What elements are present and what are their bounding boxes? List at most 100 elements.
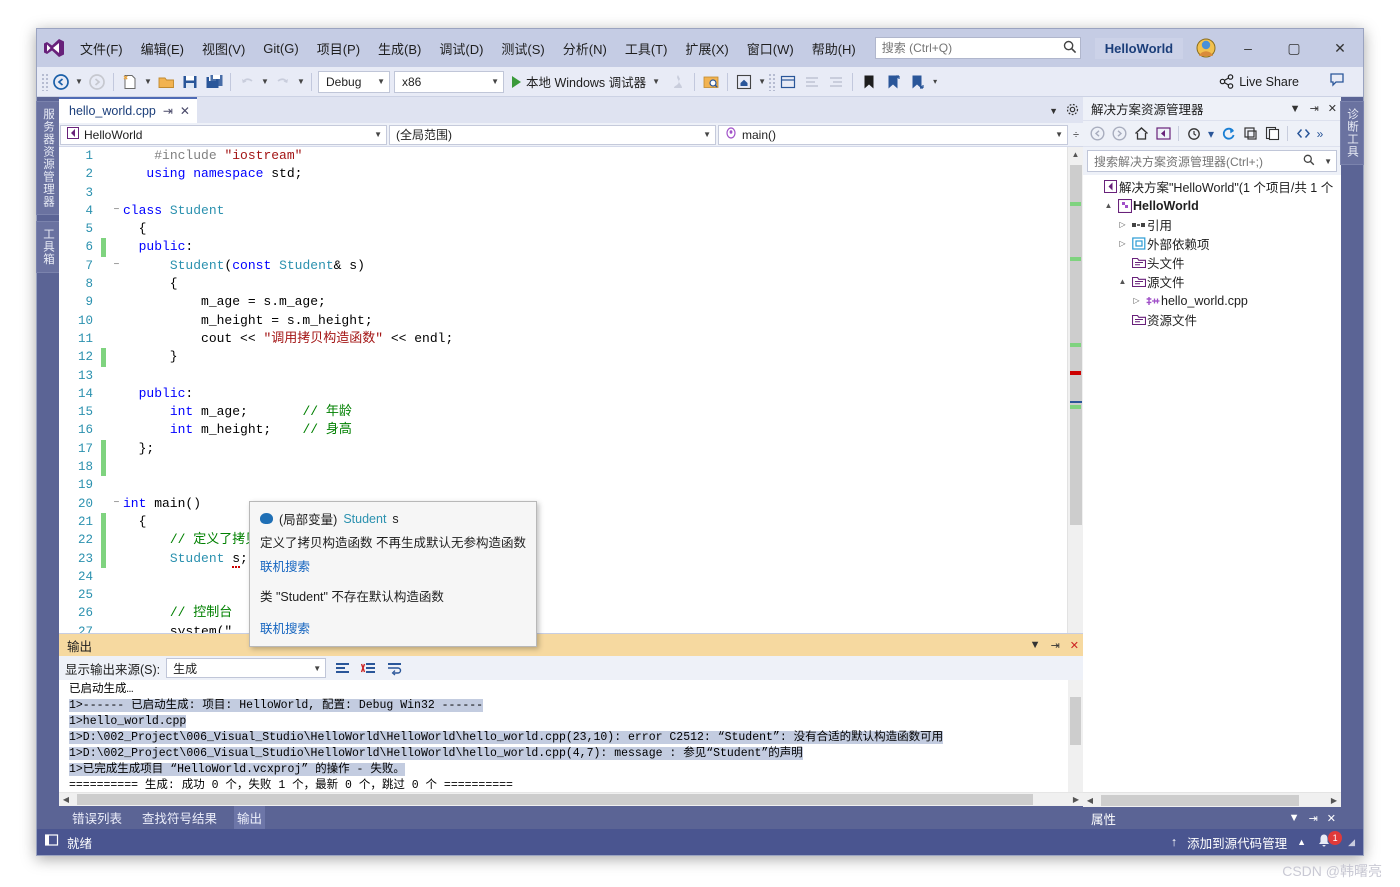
output-hscroll-thumb[interactable] (77, 794, 1034, 805)
solution-explorer-hscrollbar[interactable]: ◀ ▶ (1083, 792, 1341, 807)
code-line[interactable]: 22 // 定义了拷贝构造函数 不再生成默认无参构造函数 (59, 531, 1067, 550)
solution-explorer-search[interactable]: 搜索解决方案资源管理器(Ctrl+;) ▼ (1087, 150, 1337, 172)
search-icon[interactable] (1303, 154, 1315, 169)
navigate-back-icon[interactable] (49, 70, 73, 94)
tooltip-search-link-1[interactable]: 联机搜索 (260, 556, 526, 575)
tree-expander-icon[interactable]: ▷ (1115, 220, 1130, 229)
user-account-avatar[interactable] (1195, 37, 1217, 59)
scroll-left-icon[interactable]: ◀ (59, 795, 73, 804)
fold-toggle-icon[interactable]: − (110, 495, 123, 513)
menu-item-debug[interactable]: 调试(D) (430, 29, 492, 67)
toolbar-overflow-icon[interactable]: » (1315, 124, 1325, 144)
clear-output-icon[interactable] (358, 658, 378, 678)
panel-dropdown-icon[interactable]: ▼ (1290, 103, 1301, 115)
chevron-up-icon[interactable]: ▲ (1297, 837, 1306, 847)
undo-dropdown-icon[interactable]: ▼ (259, 70, 271, 94)
menu-item-test[interactable]: 测试(S) (492, 29, 553, 67)
code-line[interactable]: 2 using namespace std; (59, 165, 1067, 183)
output-vertical-scrollbar[interactable] (1068, 680, 1083, 792)
toggle-word-wrap-icon[interactable] (384, 658, 404, 678)
menu-item-edit[interactable]: 编辑(E) (132, 29, 193, 67)
output-scrollbar-thumb[interactable] (1070, 697, 1081, 745)
save-all-icon[interactable] (202, 70, 226, 94)
menu-item-window[interactable]: 窗口(W) (738, 29, 803, 67)
redo-dropdown-icon[interactable]: ▼ (295, 70, 307, 94)
menu-item-analyze[interactable]: 分析(N) (554, 29, 616, 67)
navbar-member-dropdown[interactable]: main() ▼ (718, 124, 1068, 145)
tab-output[interactable]: 输出 (234, 806, 266, 829)
search-icon[interactable] (1063, 40, 1077, 57)
navbar-scope-dropdown[interactable]: (全局范围) ▼ (389, 124, 716, 145)
output-hscroll-track[interactable] (73, 794, 1069, 805)
toolbar-overflow-icon[interactable]: ▾ (929, 70, 941, 94)
search-input[interactable] (874, 37, 1081, 59)
tree-node[interactable]: 资源文件 (1083, 310, 1341, 329)
feedback-icon[interactable] (1329, 72, 1345, 91)
bookmark-icon[interactable] (857, 70, 881, 94)
home-icon[interactable] (1131, 124, 1151, 144)
tree-node[interactable]: ▷ hello_world.cpp (1083, 291, 1341, 310)
code-line[interactable]: 7 − Student(const Student& s) (59, 257, 1067, 275)
find-message-icon[interactable] (332, 658, 352, 678)
code-line[interactable]: 21 { (59, 512, 1067, 532)
menu-item-extensions[interactable]: 扩展(X) (676, 29, 737, 67)
code-line[interactable]: 3 (59, 184, 1067, 202)
pin-panel-icon[interactable]: ⇥ (1051, 639, 1060, 652)
code-line[interactable]: 1 #include "iostream" (59, 147, 1067, 165)
toolbar-grip[interactable] (41, 72, 49, 91)
tree-expander-icon[interactable]: ▲ (1115, 277, 1130, 286)
fold-toggle-icon[interactable]: − (110, 257, 123, 275)
close-tab-icon[interactable]: ✕ (180, 104, 190, 118)
output-source-dropdown[interactable]: 生成 ▼ (166, 658, 327, 678)
scroll-left-icon[interactable]: ◀ (1083, 796, 1097, 805)
window-layout-icon[interactable] (776, 70, 800, 94)
code-line[interactable]: 19 (59, 476, 1067, 494)
tree-node[interactable]: ▲ HelloWorld (1083, 196, 1341, 215)
add-to-source-control-button[interactable]: 添加到源代码管理 (1187, 833, 1287, 852)
notifications-button[interactable]: 1 (1316, 830, 1343, 852)
editor-vertical-scrollbar[interactable]: ▲ (1067, 147, 1083, 633)
code-line[interactable]: 6 public: (59, 238, 1067, 257)
sidebar-tab-toolbox[interactable]: 工具箱 (36, 221, 60, 273)
tooltip-search-link-2[interactable]: 联机搜索 (260, 618, 526, 637)
split-editor-icon[interactable]: ÷ (1069, 129, 1083, 141)
code-line[interactable]: 26 // 控制台 (59, 604, 1067, 622)
navigate-back-dropdown-icon[interactable]: ▼ (73, 70, 85, 94)
forward-icon[interactable] (1109, 124, 1129, 144)
show-all-files-icon[interactable] (1262, 124, 1282, 144)
code-line[interactable]: 20− int main() (59, 495, 1067, 513)
editor-settings-gear-icon[interactable] (1066, 103, 1079, 119)
menu-item-file[interactable]: 文件(F) (71, 29, 132, 67)
pin-tab-icon[interactable]: ⇥ (163, 104, 173, 118)
collapse-all-icon[interactable] (1240, 124, 1260, 144)
maximize-button[interactable]: ▢ (1271, 29, 1317, 67)
refresh-icon[interactable] (1218, 124, 1238, 144)
tree-node[interactable]: 头文件 (1083, 253, 1341, 272)
chevron-down-icon[interactable]: ▼ (652, 77, 660, 86)
tab-list-dropdown-icon[interactable]: ▼ (1049, 106, 1058, 116)
output-text-area[interactable]: 已启动生成… 1>------ 已启动生成: 项目: HelloWorld, 配置… (59, 680, 1083, 792)
menu-item-git[interactable]: Git(G) (254, 29, 307, 67)
open-file-icon[interactable] (154, 70, 178, 94)
code-line[interactable]: 25 (59, 586, 1067, 604)
tab-error-list[interactable]: 错误列表 (69, 806, 125, 829)
scroll-up-icon[interactable]: ▲ (1068, 147, 1083, 162)
code-line[interactable]: 13 (59, 367, 1067, 385)
code-line[interactable]: 18 (59, 458, 1067, 477)
code-line[interactable]: 5 { (59, 220, 1067, 238)
menu-item-project[interactable]: 项目(P) (308, 29, 369, 67)
code-line[interactable]: 27 system(" (59, 623, 1067, 633)
close-button[interactable]: ✕ (1317, 29, 1363, 67)
code-line[interactable]: 4 − class Student (59, 202, 1067, 220)
code-line[interactable]: 11 cout << "调用拷贝构造函数" << endl; (59, 330, 1067, 348)
code-line[interactable]: 23 Student s; (59, 549, 1067, 568)
code-line[interactable]: 15 int m_age; // 年龄 (59, 403, 1067, 421)
code-editor[interactable]: 1 #include "iostream" 2 using namespace s… (59, 147, 1067, 633)
scroll-right-icon[interactable]: ▶ (1327, 796, 1341, 805)
redo-icon[interactable] (271, 70, 295, 94)
navigate-forward-icon[interactable] (85, 70, 109, 94)
close-panel-icon[interactable]: ✕ (1327, 812, 1336, 825)
back-icon[interactable] (1087, 124, 1107, 144)
code-line[interactable]: 14 public: (59, 385, 1067, 403)
sidebar-tab-server-explorer[interactable]: 服务器资源管理器 (36, 101, 60, 215)
